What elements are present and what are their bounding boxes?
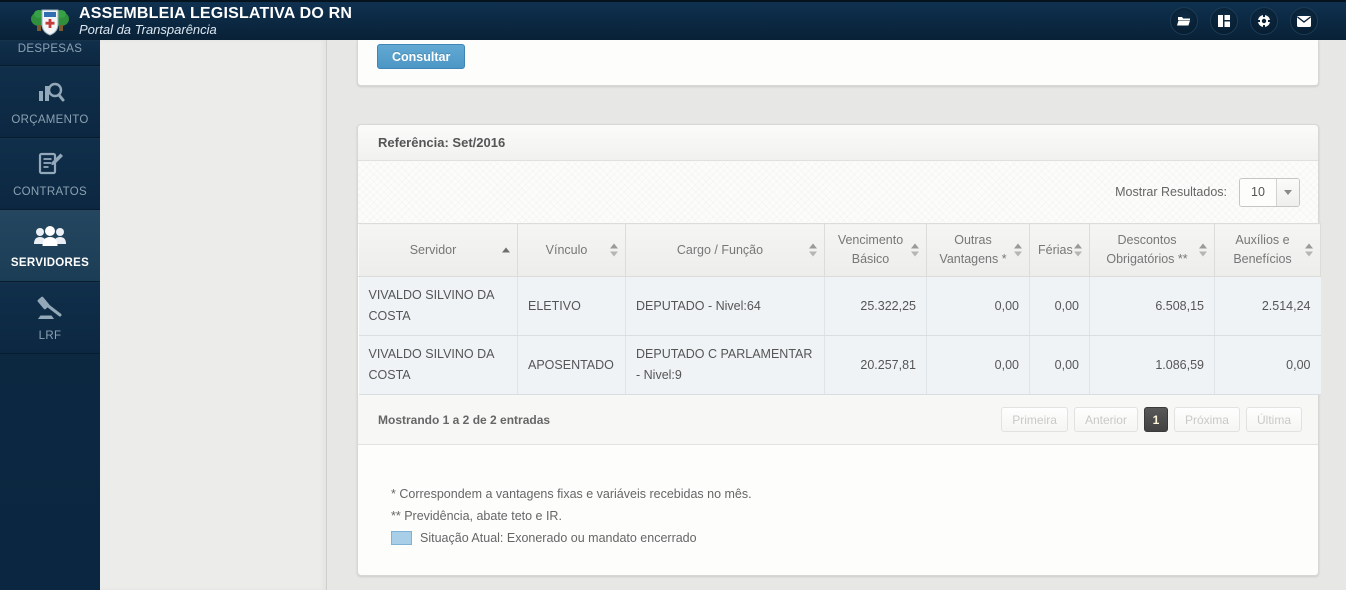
table-row: VIVALDO SILVINO DA COSTA ELETIVO DEPUTAD… bbox=[358, 276, 1321, 336]
sort-both-icon bbox=[610, 243, 618, 257]
sidebar-item-label: LRF bbox=[38, 329, 62, 342]
sidebar-item-lrf[interactable]: LRF bbox=[0, 282, 100, 354]
folder-icon bbox=[1177, 17, 1190, 26]
cell-auxilios: 0,00 bbox=[1214, 335, 1321, 395]
results-table: Servidor Vínculo Cargo / Função Vencimen… bbox=[358, 223, 1321, 395]
results-card-header: Referência: Set/2016 bbox=[358, 125, 1318, 161]
contracts-icon bbox=[38, 152, 63, 174]
cell-servidor: VIVALDO SILVINO DA COSTA bbox=[358, 335, 518, 395]
cell-outras-vantagens: 0,00 bbox=[926, 335, 1030, 395]
page-size-arrow[interactable] bbox=[1276, 178, 1299, 206]
search-form-card: Consultar bbox=[357, 40, 1319, 86]
sidebar-nav: DESPESAS ORÇAMENTO CONTRATOS SERVIDORES … bbox=[0, 40, 100, 590]
footnote-1: * Correspondem a vantagens fixas e variá… bbox=[391, 487, 752, 501]
help-button[interactable] bbox=[1250, 7, 1278, 35]
column-header-auxilios[interactable]: Auxílios e Benefícios bbox=[1214, 223, 1321, 277]
reference-title: Referência: Set/2016 bbox=[378, 135, 506, 150]
folder-button[interactable] bbox=[1170, 7, 1198, 35]
pagination-buttons: Primeira Anterior 1 Próxima Última bbox=[1001, 407, 1302, 432]
sidebar-item-servidores[interactable]: SERVIDORES bbox=[0, 210, 100, 282]
people-icon bbox=[34, 225, 66, 246]
sidebar-item-orcamento[interactable]: ORÇAMENTO bbox=[0, 66, 100, 138]
table-row: VIVALDO SILVINO DA COSTA APOSENTADO DEPU… bbox=[358, 335, 1321, 395]
cell-auxilios: 2.514,24 bbox=[1214, 276, 1321, 336]
sidebar-item-label: DESPESAS bbox=[17, 43, 83, 55]
grid-button[interactable] bbox=[1210, 7, 1238, 35]
first-page-button[interactable]: Primeira bbox=[1001, 407, 1068, 432]
footnotes: * Correspondem a vantagens fixas e variá… bbox=[358, 445, 1318, 569]
sidebar-item-label: SERVIDORES bbox=[10, 256, 90, 269]
results-toolbar: Mostrar Resultados: 10 bbox=[358, 161, 1318, 223]
previous-page-button[interactable]: Anterior bbox=[1073, 407, 1138, 432]
column-header-servidor[interactable]: Servidor bbox=[358, 223, 518, 277]
cell-vinculo: APOSENTADO bbox=[517, 335, 626, 395]
results-card: Referência: Set/2016 Mostrar Resultados:… bbox=[357, 124, 1321, 576]
column-header-ferias[interactable]: Férias bbox=[1029, 223, 1090, 277]
sort-both-icon bbox=[809, 243, 817, 257]
sidebar-item-label: CONTRATOS bbox=[13, 185, 87, 198]
page-size-value[interactable]: 10 bbox=[1240, 178, 1276, 206]
last-page-button[interactable]: Última bbox=[1245, 407, 1302, 432]
cell-cargo: DEPUTADO C PARLAMENTAR - Nivel:9 bbox=[625, 335, 825, 395]
footnote-2: ** Previdência, abate teto e IR. bbox=[391, 509, 562, 523]
mail-button[interactable] bbox=[1290, 7, 1318, 35]
cell-vencimento: 25.322,25 bbox=[824, 276, 927, 336]
legend-color-swatch bbox=[391, 531, 412, 545]
cell-ferias: 0,00 bbox=[1029, 276, 1090, 336]
consultar-button[interactable]: Consultar bbox=[377, 44, 466, 69]
show-results-label: Mostrar Resultados: bbox=[1115, 185, 1227, 199]
mail-icon bbox=[1297, 15, 1311, 27]
cell-vinculo: ELETIVO bbox=[517, 276, 626, 336]
cell-ferias: 0,00 bbox=[1029, 335, 1090, 395]
brand-text: ASSEMBLEIA LEGISLATIVA DO RN Portal da T… bbox=[79, 5, 352, 37]
legend-text: Situação Atual: Exonerado ou mandato enc… bbox=[420, 531, 697, 545]
budget-icon bbox=[39, 82, 65, 101]
gavel-icon bbox=[37, 296, 62, 319]
column-header-outras-vantagens[interactable]: Outras Vantagens * bbox=[926, 223, 1030, 277]
app-title: ASSEMBLEIA LEGISLATIVA DO RN bbox=[79, 5, 353, 22]
pagination-bar: Mostrando 1 a 2 de 2 entradas Primeira A… bbox=[358, 395, 1318, 445]
table-header-row: Servidor Vínculo Cargo / Função Vencimen… bbox=[358, 223, 1321, 277]
column-header-vencimento-basico[interactable]: Vencimento Básico bbox=[824, 223, 927, 277]
top-header-bar: ASSEMBLEIA LEGISLATIVA DO RN Portal da T… bbox=[0, 0, 1346, 40]
page-size-select[interactable]: 10 bbox=[1239, 177, 1300, 207]
main-content: Consultar Referência: Set/2016 Mostrar R… bbox=[327, 40, 1346, 590]
current-page-button[interactable]: 1 bbox=[1143, 407, 1168, 432]
alrn-logo-icon bbox=[31, 9, 69, 36]
legend-line: Situação Atual: Exonerado ou mandato enc… bbox=[391, 527, 1298, 549]
next-page-button[interactable]: Próxima bbox=[1173, 407, 1240, 432]
sort-both-icon bbox=[1305, 243, 1313, 257]
sort-asc-icon bbox=[502, 247, 510, 253]
sidebar-item-despesas[interactable]: DESPESAS bbox=[0, 40, 100, 66]
topbar-actions bbox=[1170, 7, 1346, 35]
cell-servidor: VIVALDO SILVINO DA COSTA bbox=[358, 276, 518, 336]
column-header-vinculo[interactable]: Vínculo bbox=[517, 223, 626, 277]
chevron-down-icon bbox=[1284, 189, 1292, 195]
cell-cargo: DEPUTADO - Nivel:64 bbox=[625, 276, 825, 336]
sort-both-icon bbox=[1014, 243, 1022, 257]
column-header-cargo-funcao[interactable]: Cargo / Função bbox=[625, 223, 825, 277]
cell-vencimento: 20.257,81 bbox=[824, 335, 927, 395]
sort-both-icon bbox=[911, 243, 919, 257]
grid-icon bbox=[1218, 15, 1230, 27]
pagination-summary: Mostrando 1 a 2 de 2 entradas bbox=[378, 412, 551, 427]
sidebar-item-contratos[interactable]: CONTRATOS bbox=[0, 138, 100, 210]
cell-descontos: 1.086,59 bbox=[1089, 335, 1215, 395]
column-header-descontos[interactable]: Descontos Obrigatórios ** bbox=[1089, 223, 1215, 277]
sort-both-icon bbox=[1199, 243, 1207, 257]
app-subtitle: Portal da Transparência bbox=[79, 22, 217, 37]
brand[interactable]: ASSEMBLEIA LEGISLATIVA DO RN Portal da T… bbox=[0, 4, 352, 38]
sort-both-icon bbox=[1074, 243, 1082, 257]
cell-descontos: 6.508,15 bbox=[1089, 276, 1215, 336]
sidebar-item-label: ORÇAMENTO bbox=[11, 113, 89, 126]
filter-sidebar-panel bbox=[100, 40, 327, 590]
help-ring-icon bbox=[1257, 14, 1271, 28]
cell-outras-vantagens: 0,00 bbox=[926, 276, 1030, 336]
